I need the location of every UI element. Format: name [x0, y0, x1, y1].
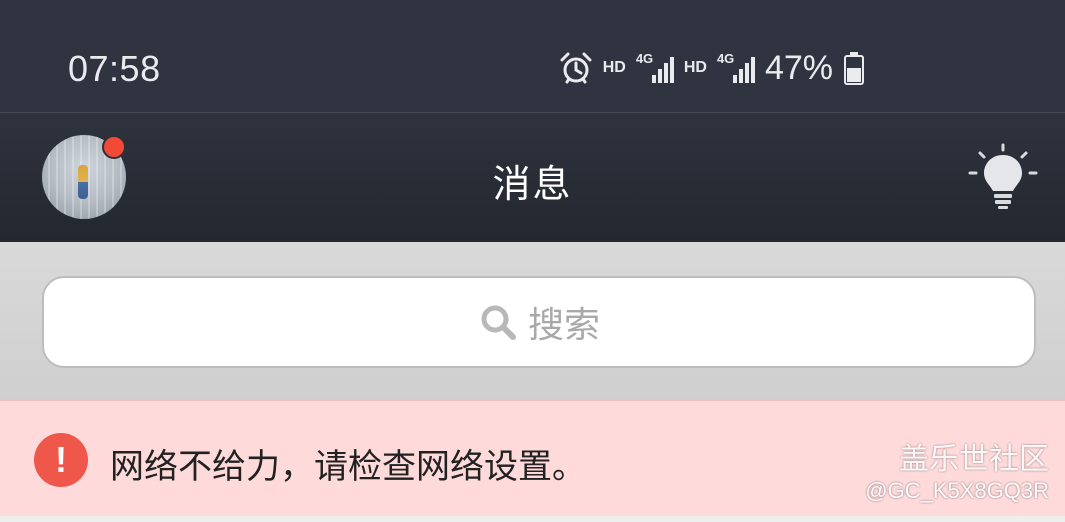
alarm-clock-icon: [560, 52, 592, 84]
error-message: 网络不给力，请检查网络设置。: [110, 447, 586, 487]
watermark-brand: 盖乐世社区: [899, 442, 1049, 477]
battery-percent: 47%: [764, 48, 833, 87]
status-time: 07:58: [68, 48, 161, 89]
search-placeholder: 搜索: [527, 305, 600, 346]
lightbulb-icon[interactable]: [966, 141, 1040, 215]
signal-icon-2: 4G: [716, 51, 755, 83]
exclamation-icon: !: [34, 433, 88, 487]
status-bar: 07:58 HD 4G HD 4G 47%: [0, 0, 1065, 112]
signal-icon-1: 4G: [635, 51, 674, 83]
network-type-2: 4G: [716, 51, 735, 66]
header-bar: 消息: [0, 112, 1065, 242]
watermark-user: @GC_K5X8GQ3R: [865, 478, 1049, 503]
divider: [0, 516, 1065, 522]
search-input[interactable]: 搜索: [42, 276, 1036, 368]
status-icons: HD 4G HD 4G 47%: [559, 48, 865, 88]
network-type-1: 4G: [635, 51, 654, 66]
battery-icon: [844, 52, 864, 85]
page-title: 消息: [492, 162, 573, 206]
search-area: 搜索: [0, 242, 1065, 400]
hd-label-2: HD: [683, 59, 707, 76]
search-icon: [481, 305, 516, 340]
hd-label-1: HD: [602, 59, 626, 76]
